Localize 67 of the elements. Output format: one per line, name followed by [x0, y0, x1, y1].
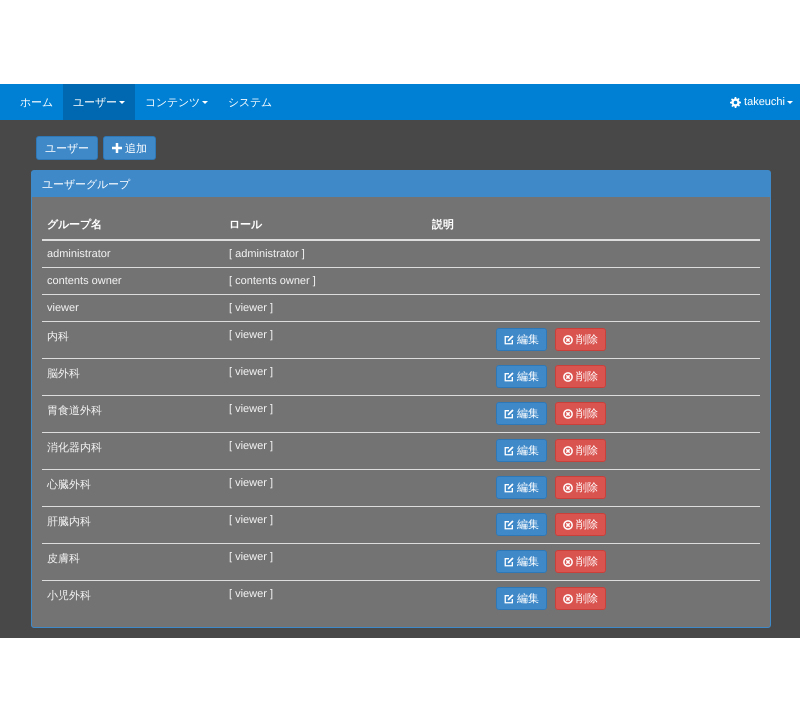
circle-x-icon [563, 556, 573, 566]
nav-menu-item[interactable]: ホーム [10, 84, 63, 120]
circle-x-icon [563, 372, 573, 382]
edit-icon [504, 334, 514, 344]
nav-menu-item[interactable]: ユーザー [63, 84, 135, 120]
table-cell: [ viewer ] [224, 396, 427, 432]
table-cell: 心臓外科 [42, 470, 224, 506]
table-cell: 内科 [42, 322, 224, 358]
table-cell: [ administrator ] [224, 240, 427, 268]
table-cell: [ viewer ] [224, 294, 427, 322]
nav-menu-item[interactable]: システム [218, 84, 282, 120]
edit-button[interactable]: 編集 [496, 328, 547, 351]
table-cell: 脳外科 [42, 358, 224, 396]
edit-button[interactable]: 編集 [496, 513, 547, 536]
table-cell: 消化器内科 [42, 432, 224, 470]
user-menu[interactable]: takeuchi [720, 84, 800, 120]
delete-button[interactable]: 削除 [555, 402, 606, 425]
table-cell: [ viewer ] [224, 544, 427, 580]
gear-icon [730, 96, 742, 108]
circle-x-icon [563, 520, 573, 530]
edit-button[interactable]: 編集 [496, 476, 547, 499]
nav-menu-item[interactable]: コンテンツ [135, 84, 218, 120]
delete-button[interactable]: 削除 [555, 328, 606, 351]
delete-button[interactable]: 削除 [555, 439, 606, 462]
table-cell: contents owner [42, 268, 224, 294]
circle-x-icon [563, 334, 573, 344]
circle-x-icon [563, 594, 573, 604]
user-button[interactable]: ユーザー [36, 136, 98, 160]
edit-button[interactable]: 編集 [496, 587, 547, 610]
delete-button[interactable]: 削除 [555, 513, 606, 536]
edit-icon [504, 446, 514, 456]
table-cell: 皮膚科 [42, 544, 224, 580]
panel-title: ユーザーグループ [42, 178, 130, 192]
column-header: グループ名 [42, 211, 224, 240]
table-cell: [ contents owner ] [224, 268, 427, 294]
plus-icon [112, 143, 122, 153]
edit-icon [504, 482, 514, 492]
delete-button[interactable]: 削除 [555, 365, 606, 388]
column-header: ロール [224, 211, 427, 240]
table-cell: [ viewer ] [224, 322, 427, 358]
edit-icon [504, 408, 514, 418]
table-cell: [ viewer ] [224, 470, 427, 506]
table-cell: [ viewer ] [224, 580, 427, 617]
delete-button[interactable]: 削除 [555, 587, 606, 610]
edit-button[interactable]: 編集 [496, 550, 547, 573]
table-cell: viewer [42, 294, 224, 322]
edit-button[interactable]: 編集 [496, 439, 547, 462]
circle-x-icon [563, 408, 573, 418]
edit-button[interactable]: 編集 [496, 365, 547, 388]
delete-button[interactable]: 削除 [555, 476, 606, 499]
table-cell: [ viewer ] [224, 358, 427, 396]
circle-x-icon [563, 482, 573, 492]
table-cell: administrator [42, 240, 224, 268]
table-cell: [ viewer ] [224, 432, 427, 470]
circle-x-icon [563, 446, 573, 456]
edit-icon [504, 556, 514, 566]
table-cell: 胃食道外科 [42, 396, 224, 432]
edit-button[interactable]: 編集 [496, 402, 547, 425]
table-cell: [ viewer ] [224, 506, 427, 544]
delete-button[interactable]: 削除 [555, 550, 606, 573]
edit-icon [504, 594, 514, 604]
column-header: 説明 [427, 211, 496, 240]
add-button[interactable]: 追加 [103, 136, 156, 160]
edit-icon [504, 520, 514, 530]
edit-icon [504, 372, 514, 382]
table-cell: 肝臓内科 [42, 506, 224, 544]
table-cell: 小児外科 [42, 580, 224, 617]
